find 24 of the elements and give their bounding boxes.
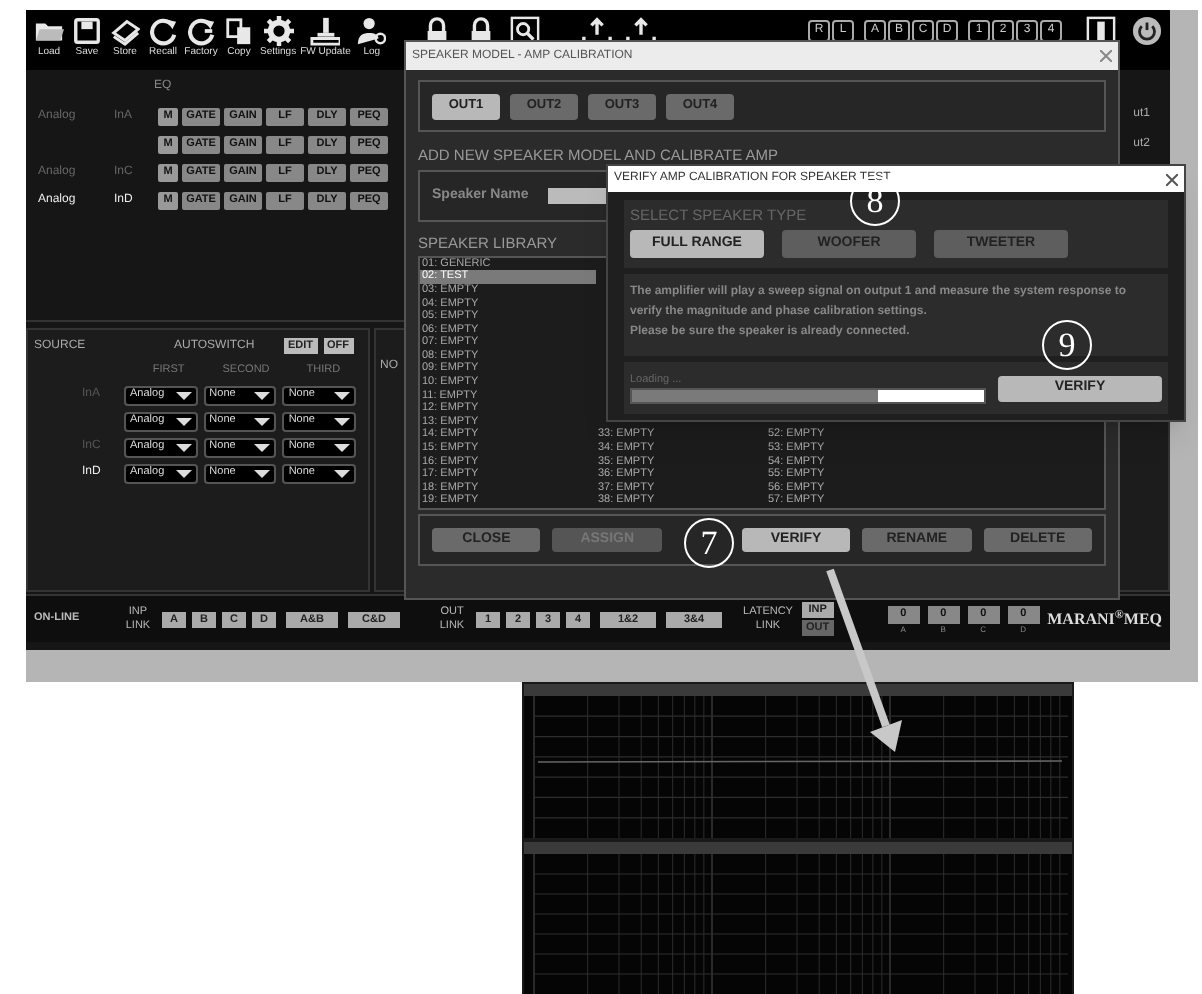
circular-arrow-icon[interactable] [186,16,216,46]
circular-arrow-icon[interactable] [148,16,178,46]
caret-icon [254,417,271,425]
caret-icon [254,469,271,477]
caret-icon [175,417,192,425]
copy-icon[interactable] [224,16,254,46]
joystick-icon[interactable] [310,16,341,46]
caret-icon [175,469,192,477]
caret-icon [333,469,350,477]
caret-icon [175,391,192,399]
close-icon[interactable] [1166,173,1178,185]
step-number: 9 [1042,320,1092,370]
stack-icon[interactable] [110,16,140,46]
caret-icon [333,391,350,399]
step-number: 7 [684,518,734,568]
caret-icon [333,417,350,425]
caret-icon [333,443,350,451]
settings-icon[interactable] [263,16,294,46]
caret-icon [254,391,271,399]
brand-logo: MARANI$^{®}$MEQ [1047,607,1162,631]
caret-icon [254,443,271,451]
caret-icon [175,443,192,451]
power-icon[interactable] [1132,16,1162,46]
user-icon[interactable] [356,16,387,46]
